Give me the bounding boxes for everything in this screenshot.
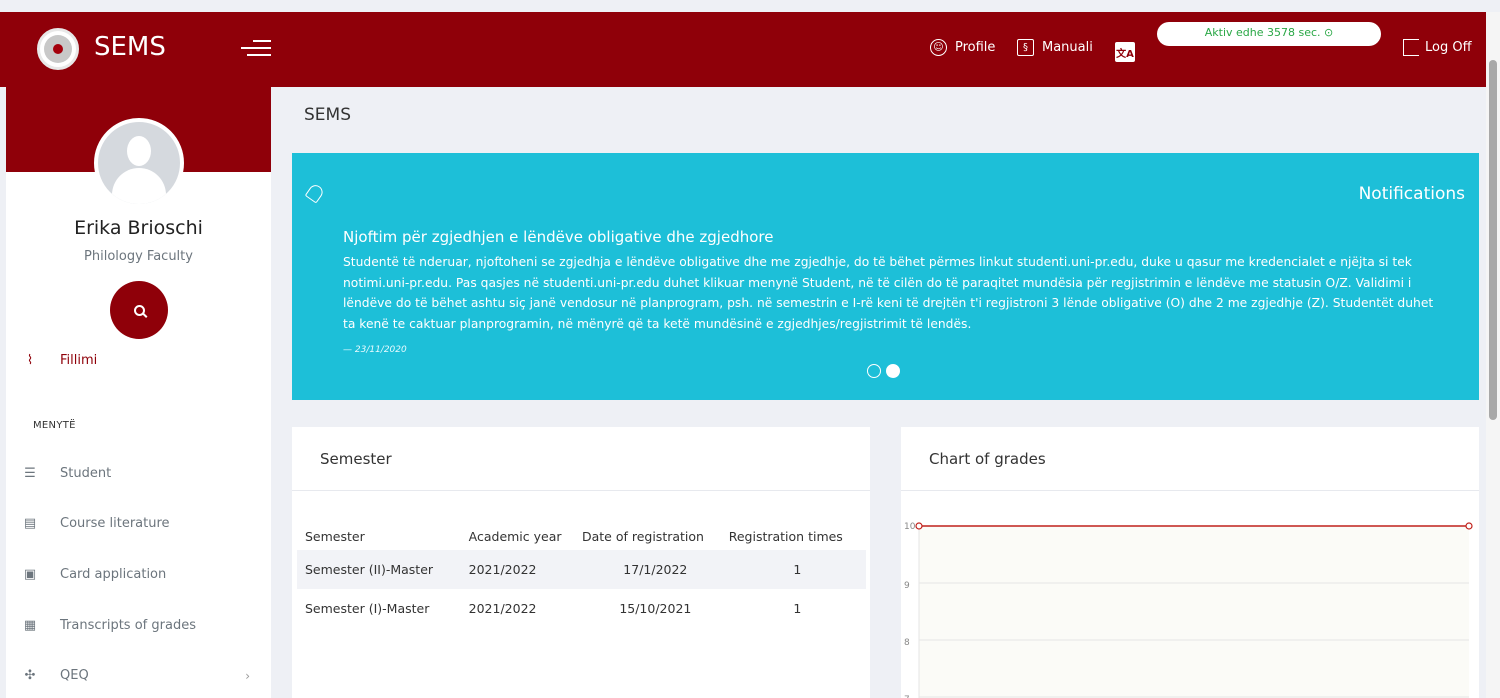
notification-carousel: Notifications Njoftim për zgjedhjen e lë…	[292, 153, 1479, 400]
transcript-icon: ▦	[23, 618, 37, 633]
chart-plot-area	[919, 526, 1469, 698]
y-tick-label: 9	[904, 581, 910, 591]
sidebar-item-label: Fillimi	[60, 353, 98, 368]
manual-label: Manuali	[1042, 40, 1093, 55]
bell-icon	[304, 182, 326, 204]
list-icon: ☰	[24, 466, 36, 481]
search-button[interactable]	[110, 281, 168, 339]
profile-link[interactable]: ☺ Profile	[930, 39, 995, 56]
logoff-label: Log Off	[1425, 40, 1472, 55]
semester-table: Semester Academic year Date of registrat…	[297, 522, 866, 628]
scrollbar-thumb[interactable]	[1489, 60, 1497, 420]
notification-body: Studentë të nderuar, njoftoheni se zgjed…	[343, 255, 1434, 331]
manual-icon: §	[1017, 39, 1034, 56]
table-cell: Semester (II)-Master	[297, 550, 461, 589]
data-point[interactable]	[915, 522, 923, 530]
archive-icon: ▣	[23, 567, 37, 582]
carousel-dot-2[interactable]	[886, 364, 900, 378]
page-title: SEMS	[304, 105, 351, 125]
table-row[interactable]: Semester (I)-Master 2021/2022 15/10/2021…	[297, 589, 866, 628]
sidebar-item-label: Card application	[60, 567, 167, 582]
column-header: Registration times	[728, 528, 843, 544]
notification-heading: Njoftim për zgjedhjen e lëndëve obligati…	[343, 228, 774, 246]
menu-heading: MENYTË	[33, 420, 76, 431]
avatar[interactable]	[94, 118, 184, 208]
column-header: Date of registration	[581, 528, 704, 544]
chart-icon: ⌇	[26, 353, 34, 368]
manual-link[interactable]: § Manuali	[1017, 39, 1093, 56]
grades-chart: 10987	[904, 522, 1473, 698]
table-row[interactable]: Semester (II)-Master 2021/2022 17/1/2022…	[297, 550, 866, 589]
column-header: Academic year	[468, 528, 562, 544]
table-cell: 1	[728, 550, 866, 589]
notification-date: — 23/11/2020	[343, 345, 407, 355]
sidebar-item-student[interactable]: ☰ Student	[22, 466, 262, 481]
table-cell: 2021/2022	[460, 550, 582, 589]
grades-chart-card: Chart of grades 10987	[901, 427, 1479, 698]
table-cell: 1	[793, 601, 802, 616]
table-cell: 15/10/2021	[619, 601, 692, 616]
university-logo	[37, 28, 79, 70]
search-icon	[133, 304, 145, 316]
table-cell: 17/1/2022	[581, 550, 729, 589]
semester-card-title: Semester	[320, 450, 392, 468]
brand-title: SEMS	[94, 32, 166, 62]
sidebar-item-label: Course literature	[60, 516, 170, 531]
language-icon[interactable]: 文A	[1115, 42, 1135, 62]
chart-card-title: Chart of grades	[929, 450, 1046, 468]
table-header-row: Semester Academic year Date of registrat…	[297, 522, 866, 550]
data-point[interactable]	[1465, 522, 1473, 530]
y-tick-label: 8	[904, 638, 910, 648]
sidebar: Erika Brioschi Philology Faculty ⌇ Filli…	[6, 87, 271, 698]
chevron-right-icon: ›	[245, 668, 250, 683]
notifications-title: Notifications	[1358, 184, 1465, 204]
user-faculty: Philology Faculty	[84, 249, 193, 264]
y-tick-label: 10	[904, 522, 916, 532]
sidebar-item-transcripts[interactable]: ▦ Transcripts of grades	[22, 618, 262, 633]
logoff-button[interactable]: Log Off	[1403, 39, 1472, 56]
sidebar-item-label: Transcripts of grades	[60, 618, 196, 633]
sidebar-item-course-literature[interactable]: ▤ Course literature	[22, 516, 262, 531]
menu-toggle-icon[interactable]	[241, 38, 271, 60]
user-name: Erika Brioschi	[74, 217, 203, 239]
network-icon: ✣	[24, 668, 36, 683]
logoff-icon	[1403, 39, 1419, 56]
page-scrollbar[interactable]	[1486, 12, 1500, 698]
profile-label: Profile	[955, 40, 996, 55]
profile-icon: ☺	[930, 39, 947, 56]
sidebar-item-label: Student	[60, 466, 112, 481]
session-timer: Aktiv edhe 3578 sec. ⊙	[1157, 22, 1381, 46]
carousel-dot-1[interactable]	[867, 364, 881, 378]
semester-card: Semester Semester Academic year Date of …	[292, 427, 870, 698]
sidebar-item-label: QEQ	[60, 668, 89, 683]
sidebar-item-home[interactable]: ⌇ Fillimi	[22, 353, 262, 368]
sidebar-item-qeq[interactable]: ✣ QEQ ›	[22, 668, 262, 683]
carousel-indicators	[867, 364, 900, 378]
book-icon: ▤	[23, 516, 37, 531]
column-header: Semester	[305, 528, 365, 544]
sidebar-item-card-application[interactable]: ▣ Card application	[22, 567, 262, 582]
table-cell: 2021/2022	[468, 601, 537, 616]
table-cell: Semester (I)-Master	[305, 601, 430, 616]
